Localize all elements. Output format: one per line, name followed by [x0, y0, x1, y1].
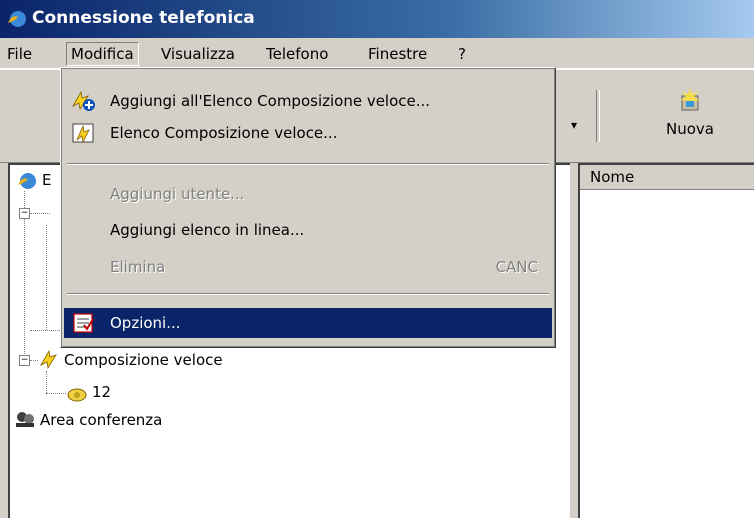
- column-header-label: Nome: [590, 168, 635, 186]
- menu-separator: [67, 293, 549, 295]
- speed-dial-expander[interactable]: −: [19, 355, 30, 366]
- globe-phone-icon: [18, 173, 36, 189]
- column-header-name[interactable]: Nome: [580, 165, 754, 190]
- toolbar-separator: [596, 90, 600, 142]
- tree-speed-dial-label[interactable]: Composizione veloce: [64, 351, 223, 369]
- menu-modifica[interactable]: Modifica: [66, 42, 139, 66]
- title-bar: Connessione telefonica: [0, 0, 754, 38]
- menu-item-options[interactable]: Opzioni...: [64, 308, 552, 338]
- tree-line: [46, 225, 47, 330]
- tree-expander[interactable]: −: [19, 208, 30, 219]
- new-button-label: Nuova: [666, 120, 714, 138]
- menu-visualizza[interactable]: Visualizza: [157, 43, 239, 65]
- menu-telefono[interactable]: Telefono: [262, 43, 332, 65]
- menu-item-add-to-speed-dial[interactable]: Aggiungi all'Elenco Composizione veloce.…: [64, 86, 552, 116]
- tree-line: [46, 393, 66, 394]
- phone-dialer-app-icon: [8, 11, 26, 27]
- tree-line: [30, 360, 38, 361]
- tree-line: [30, 213, 50, 214]
- tree-conference-label[interactable]: Area conferenza: [40, 411, 162, 429]
- speed-dial-add-icon: [71, 90, 95, 111]
- menu-bar: File Modifica Visualizza Telefono Finest…: [0, 38, 754, 69]
- delete-shortcut: CANC: [495, 258, 538, 276]
- menu-item-add-online-directory[interactable]: Aggiungi elenco in linea...: [64, 215, 552, 245]
- new-call-icon: [680, 88, 700, 111]
- options-icon: [73, 313, 94, 333]
- conference-icon: [16, 412, 34, 427]
- menu-item-add-user[interactable]: Aggiungi utente...: [64, 179, 552, 209]
- tree-line: [46, 371, 47, 393]
- menu-item-delete[interactable]: Elimina CANC: [64, 252, 552, 282]
- speed-dial-icon: [39, 349, 57, 369]
- window-title: Connessione telefonica: [32, 8, 255, 28]
- speed-dial-list-icon: [72, 123, 94, 144]
- tree-speed-dial-entry[interactable]: 12: [92, 383, 111, 401]
- toolbar-dropdown-arrow[interactable]: ▾: [571, 118, 585, 132]
- menu-file[interactable]: File: [3, 43, 36, 65]
- menu-separator: [67, 163, 549, 165]
- new-button[interactable]: Nuova: [655, 88, 725, 148]
- menu-help[interactable]: ?: [454, 43, 470, 65]
- menu-finestre[interactable]: Finestre: [364, 43, 431, 65]
- modifica-dropdown-menu: Aggiungi all'Elenco Composizione veloce.…: [60, 67, 556, 348]
- list-pane[interactable]: Nome: [578, 163, 754, 518]
- menu-item-speed-dial-list[interactable]: Elenco Composizione veloce...: [64, 118, 552, 148]
- tree-root-label[interactable]: E: [42, 171, 51, 189]
- phone-icon: [67, 388, 87, 402]
